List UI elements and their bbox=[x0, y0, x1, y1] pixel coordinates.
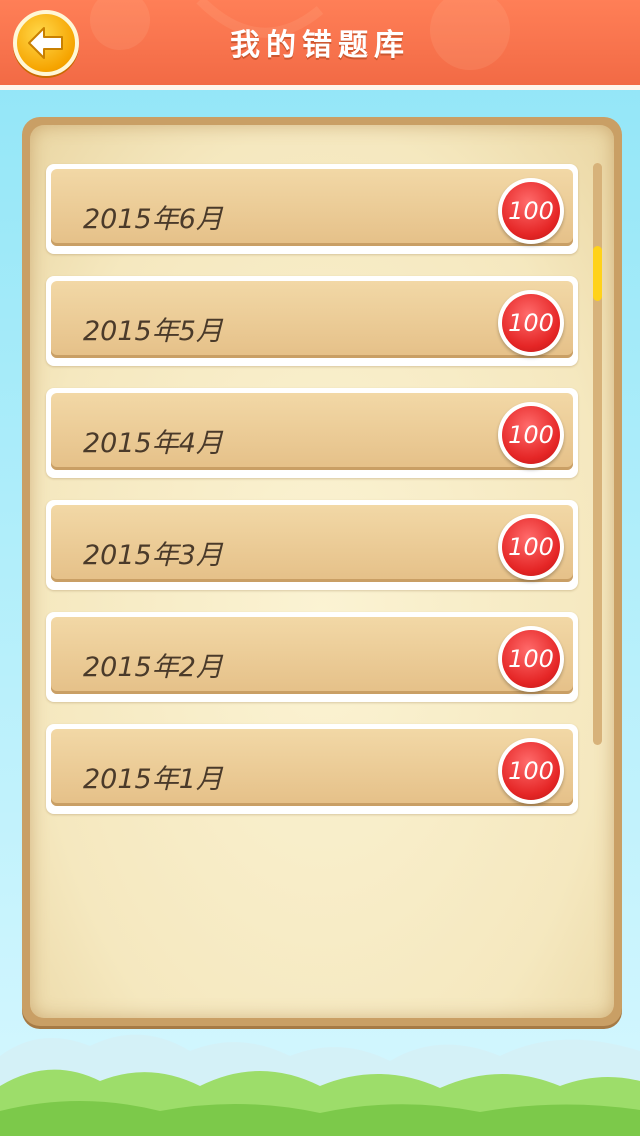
count-badge-value: 100 bbox=[502, 182, 560, 240]
count-badge: 100 bbox=[498, 178, 564, 244]
count-badge: 100 bbox=[498, 402, 564, 468]
list-item[interactable]: 2015年6月 100 bbox=[46, 164, 578, 254]
count-badge-value: 100 bbox=[502, 294, 560, 352]
count-badge-value: 100 bbox=[502, 406, 560, 464]
list-item-label: 2015年2月 bbox=[83, 652, 223, 683]
list-item[interactable]: 2015年2月 100 bbox=[46, 612, 578, 702]
list-item[interactable]: 2015年3月 100 bbox=[46, 500, 578, 590]
count-badge-value: 100 bbox=[502, 518, 560, 576]
list-item[interactable]: 2015年5月 100 bbox=[46, 276, 578, 366]
count-badge: 100 bbox=[498, 290, 564, 356]
header-bar: 我的错题库 bbox=[0, 0, 640, 90]
count-badge: 100 bbox=[498, 626, 564, 692]
month-list: 2015年6月 100 2015年5月 100 2015年4月 100 2015… bbox=[46, 164, 578, 836]
count-badge-value: 100 bbox=[502, 742, 560, 800]
hills-decoration bbox=[0, 1034, 640, 1136]
list-item-label: 2015年4月 bbox=[83, 428, 223, 459]
list-item-label: 2015年3月 bbox=[83, 540, 223, 571]
list-item[interactable]: 2015年4月 100 bbox=[46, 388, 578, 478]
count-badge: 100 bbox=[498, 738, 564, 804]
count-badge-value: 100 bbox=[502, 630, 560, 688]
list-item-label: 2015年6月 bbox=[83, 204, 223, 235]
page-title: 我的错题库 bbox=[230, 28, 410, 63]
list-item-label: 2015年1月 bbox=[83, 764, 223, 795]
list-item[interactable]: 2015年1月 100 bbox=[46, 724, 578, 814]
scrollbar-thumb[interactable] bbox=[593, 246, 602, 301]
scrollbar-track[interactable] bbox=[593, 163, 602, 745]
count-badge: 100 bbox=[498, 514, 564, 580]
list-item-label: 2015年5月 bbox=[83, 316, 223, 347]
